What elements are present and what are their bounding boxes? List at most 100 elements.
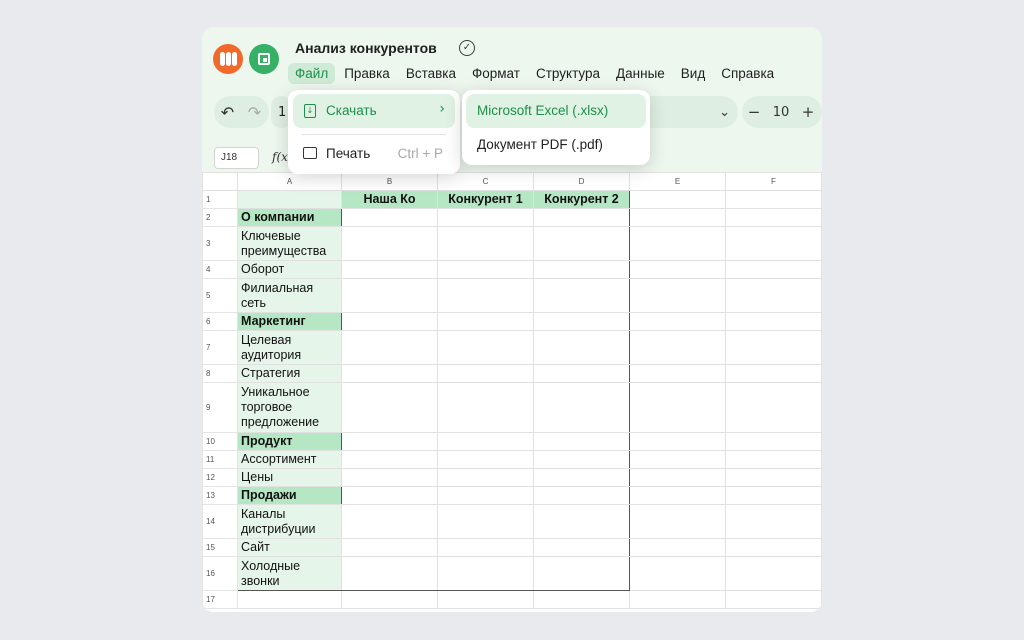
cell[interactable] [437, 468, 534, 487]
undo-icon[interactable]: ↶ [214, 103, 241, 122]
cell[interactable] [341, 432, 438, 451]
menu-view[interactable]: Вид [674, 63, 712, 84]
label-cell[interactable]: Стратегия [237, 364, 342, 383]
cell[interactable] [725, 330, 822, 365]
menu-structure[interactable]: Структура [529, 63, 607, 84]
cell[interactable] [533, 556, 630, 591]
row-header[interactable]: 14 [202, 504, 238, 539]
cell-c1[interactable]: Конкурент 1 [437, 190, 534, 209]
cell[interactable] [341, 382, 438, 433]
cell[interactable] [629, 486, 726, 505]
cell[interactable] [533, 486, 630, 505]
row-header[interactable]: 11 [202, 450, 238, 469]
cell[interactable] [437, 226, 534, 261]
cell[interactable] [629, 382, 726, 433]
download-xlsx-item[interactable]: Microsoft Excel (.xlsx) [466, 94, 646, 128]
menu-insert[interactable]: Вставка [399, 63, 463, 84]
cell[interactable] [629, 364, 726, 383]
cell[interactable] [341, 504, 438, 539]
section-cell[interactable]: О компании [237, 208, 342, 227]
cell[interactable] [629, 278, 726, 313]
cell[interactable] [341, 486, 438, 505]
cell[interactable] [341, 556, 438, 591]
cell[interactable] [437, 208, 534, 227]
yandex-360-logo-icon[interactable] [213, 44, 243, 74]
download-pdf-item[interactable]: Документ PDF (.pdf) [466, 128, 646, 162]
cell[interactable] [237, 590, 342, 609]
cell[interactable] [341, 468, 438, 487]
cell[interactable] [629, 504, 726, 539]
label-cell[interactable]: Филиальная сеть [237, 278, 342, 313]
row-header[interactable]: 7 [202, 330, 238, 365]
menu-data[interactable]: Данные [609, 63, 672, 84]
cell[interactable] [437, 556, 534, 591]
cell[interactable] [629, 450, 726, 469]
column-header-b[interactable]: B [341, 172, 438, 191]
cell[interactable] [725, 538, 822, 557]
cell[interactable] [725, 486, 822, 505]
cell[interactable] [725, 226, 822, 261]
row-header[interactable]: 9 [202, 382, 238, 433]
row-header[interactable]: 10 [202, 432, 238, 451]
cell[interactable] [437, 450, 534, 469]
cell[interactable] [437, 486, 534, 505]
row-header[interactable]: 1 [202, 190, 238, 209]
label-cell[interactable]: Оборот [237, 260, 342, 279]
cell[interactable] [629, 190, 726, 209]
cell[interactable] [341, 260, 438, 279]
print-menu-item[interactable]: Печать Ctrl + P [293, 138, 455, 170]
column-header-c[interactable]: C [437, 172, 534, 191]
cell[interactable] [437, 330, 534, 365]
cell[interactable] [437, 382, 534, 433]
cell[interactable] [725, 504, 822, 539]
cell[interactable] [341, 226, 438, 261]
menu-edit[interactable]: Правка [337, 63, 397, 84]
menu-file[interactable]: Файл [288, 62, 336, 84]
label-cell[interactable]: Ассортимент [237, 450, 342, 469]
cell[interactable] [725, 190, 822, 209]
cell[interactable] [725, 382, 822, 433]
cell[interactable] [437, 364, 534, 383]
cell-reference-input[interactable]: J18 [214, 147, 259, 169]
cell[interactable] [341, 208, 438, 227]
cell[interactable] [437, 538, 534, 557]
cell[interactable] [341, 330, 438, 365]
cell[interactable] [725, 556, 822, 591]
cell[interactable] [533, 432, 630, 451]
row-header[interactable]: 2 [202, 208, 238, 227]
cell[interactable] [725, 432, 822, 451]
cell[interactable] [725, 590, 822, 609]
row-header[interactable]: 16 [202, 556, 238, 591]
row-header[interactable]: 6 [202, 312, 238, 331]
cell[interactable] [629, 590, 726, 609]
menu-format[interactable]: Формат [465, 63, 527, 84]
document-title[interactable]: Анализ конкурентов [295, 40, 437, 56]
cell[interactable] [725, 364, 822, 383]
cell[interactable] [725, 278, 822, 313]
cell[interactable] [341, 312, 438, 331]
column-header-d[interactable]: D [533, 172, 630, 191]
row-header[interactable]: 3 [202, 226, 238, 261]
section-cell[interactable]: Маркетинг [237, 312, 342, 331]
cell[interactable] [629, 556, 726, 591]
row-header[interactable]: 8 [202, 364, 238, 383]
label-cell[interactable]: Цены [237, 468, 342, 487]
cell[interactable] [629, 312, 726, 331]
row-header[interactable]: 12 [202, 468, 238, 487]
font-size-value[interactable]: 10 [766, 105, 796, 120]
cell[interactable] [533, 504, 630, 539]
section-cell[interactable]: Продажи [237, 486, 342, 505]
cell[interactable] [725, 312, 822, 331]
cell[interactable] [341, 538, 438, 557]
cell[interactable] [341, 364, 438, 383]
cell[interactable] [629, 260, 726, 279]
cell[interactable] [437, 590, 534, 609]
cell[interactable] [533, 330, 630, 365]
cell[interactable] [533, 538, 630, 557]
cell[interactable] [533, 590, 630, 609]
cell[interactable] [533, 382, 630, 433]
cell[interactable] [533, 468, 630, 487]
label-cell[interactable]: Каналы дистрибуции [237, 504, 342, 539]
label-cell[interactable]: Уникальное торговое предложение [237, 382, 342, 433]
label-cell[interactable]: Ключевые преимущества [237, 226, 342, 261]
